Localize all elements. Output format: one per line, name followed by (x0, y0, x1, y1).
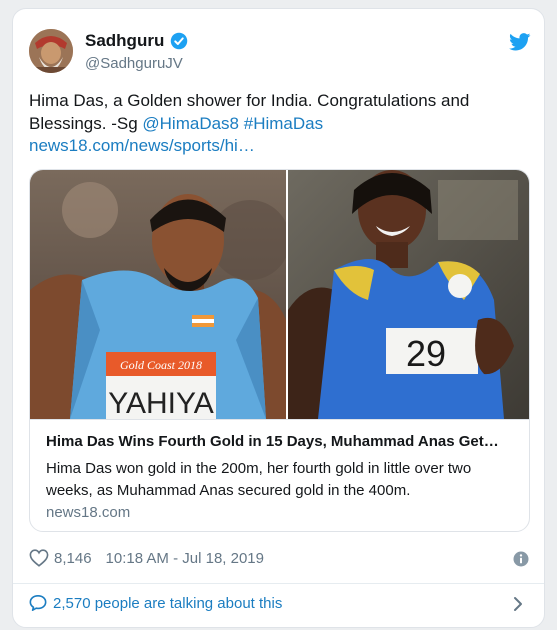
info-icon[interactable] (513, 551, 529, 567)
chevron-right-icon[interactable] (511, 596, 525, 612)
link-preview-card[interactable]: Gold Coast 2018 YAHIYA 29 Hima Das Wins … (29, 169, 530, 532)
bib-name-text: YAHIYA (108, 387, 214, 419)
link-card-description: Hima Das won gold in the 200m, her fourt… (46, 460, 472, 499)
like-count[interactable]: 8,146 (54, 550, 92, 567)
speech-bubble-icon (29, 594, 47, 612)
mention-link[interactable]: @HimaDas8 (142, 114, 239, 133)
footer-divider (13, 583, 544, 584)
author-avatar[interactable] (29, 29, 73, 73)
card-divider (30, 419, 529, 420)
link-card-domain: news18.com (46, 504, 131, 521)
conversation-count-text[interactable]: 2,570 people are talking about this (53, 595, 282, 612)
bib-number-text: 29 (406, 333, 446, 374)
hashtag-link[interactable]: #HimaDas (244, 114, 323, 133)
author-name[interactable]: Sadhguru (85, 31, 164, 51)
tweet-text: Hima Das, a Golden shower for India. Con… (29, 91, 470, 133)
twitter-bird-icon[interactable] (509, 33, 531, 51)
link-card-title[interactable]: Hima Das Wins Fourth Gold in 15 Days, Mu… (46, 433, 516, 450)
tweet-url-link[interactable]: news18.com/news/sports/hi… (29, 136, 255, 156)
author-handle[interactable]: @SadhguruJV (85, 55, 183, 72)
verified-badge-icon (171, 32, 188, 50)
athlete-photo-right: 29 (288, 170, 529, 419)
tweet-timestamp[interactable]: 10:18 AM - Jul 18, 2019 (106, 550, 264, 567)
athlete-photo-left: Gold Coast 2018 YAHIYA (30, 170, 286, 419)
bib-banner-text: Gold Coast 2018 (120, 358, 202, 372)
conversation-link[interactable]: 2,570 people are talking about this (29, 594, 282, 612)
tweet-card[interactable]: Sadhguru @SadhguruJV Hima Das, a Golden … (12, 8, 545, 628)
heart-icon[interactable] (29, 549, 49, 567)
